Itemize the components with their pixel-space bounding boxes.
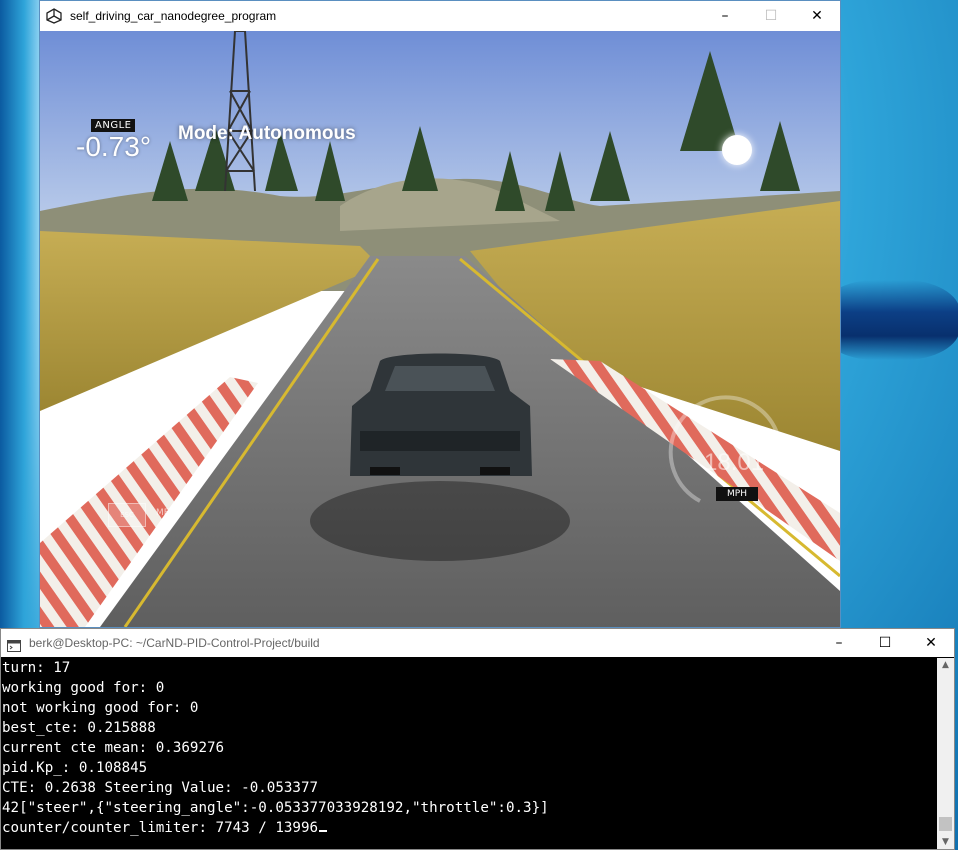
simulator-titlebar[interactable]: self_driving_car_nanodegree_program – ☐ … [40, 1, 840, 31]
terminal-line: 42["steer",{"steering_angle":-0.05337703… [2, 800, 549, 816]
mode-indicator: Mode: Autonomous [178, 123, 356, 144]
maximize-button[interactable]: ☐ [748, 1, 794, 31]
speed-value: 18.01 [704, 449, 765, 476]
simulator-window[interactable]: self_driving_car_nanodegree_program – ☐ … [39, 0, 841, 628]
terminal-line: best_cte: 0.215888 [2, 720, 156, 736]
terminal-line: turn: 17 [2, 660, 71, 676]
terminal-output[interactable]: turn: 17 working good for: 0 not working g… [1, 658, 937, 849]
terminal-titlebar[interactable]: berk@Desktop-PC: ~/CarND-PID-Control-Pro… [1, 629, 954, 657]
terminal-window[interactable]: berk@Desktop-PC: ~/CarND-PID-Control-Pro… [0, 628, 955, 850]
menu-label[interactable]: MENU [156, 508, 183, 518]
terminal-line: working good for: 0 [2, 680, 165, 696]
unity-icon [46, 8, 62, 24]
close-button[interactable]: ✕ [794, 1, 840, 31]
scrollbar-thumb[interactable] [939, 817, 952, 831]
angle-value: -0.73° [76, 131, 152, 162]
terminal-minimize-button[interactable]: – [816, 629, 862, 657]
speed-unit-label: MPH [716, 487, 758, 501]
scroll-down-arrow-icon[interactable]: ▼ [937, 837, 954, 847]
terminal-line: current cte mean: 0.369276 [2, 740, 225, 756]
terminal-line: pid.Kp_: 0.108845 [2, 760, 148, 776]
driving-scene [40, 31, 840, 627]
simulator-title: self_driving_car_nanodegree_program [70, 9, 277, 23]
terminal-line: not working good for: 0 [2, 700, 199, 716]
terminal-maximize-button[interactable]: ☐ [862, 629, 908, 657]
terminal-last-line: counter/counter_limiter: 7743 / 13996 [2, 818, 937, 838]
game-viewport[interactable]: ANGLE -0.73° Mode: Autonomous ESC MENU 1… [40, 31, 840, 627]
scroll-up-arrow-icon[interactable]: ▲ [937, 660, 954, 670]
terminal-title: berk@Desktop-PC: ~/CarND-PID-Control-Pro… [29, 636, 320, 650]
terminal-icon [7, 637, 21, 652]
minimize-button[interactable]: – [702, 1, 748, 31]
terminal-line: CTE: 0.2638 Steering Value: -0.053377 [2, 780, 319, 796]
esc-button[interactable]: ESC [108, 503, 146, 527]
sun [722, 135, 752, 165]
terminal-line: counter/counter_limiter: 7743 / 13996 [2, 820, 319, 836]
terminal-scrollbar[interactable]: ▲ ▼ [937, 658, 954, 849]
text-cursor [319, 830, 328, 832]
terminal-close-button[interactable]: ✕ [908, 629, 954, 657]
